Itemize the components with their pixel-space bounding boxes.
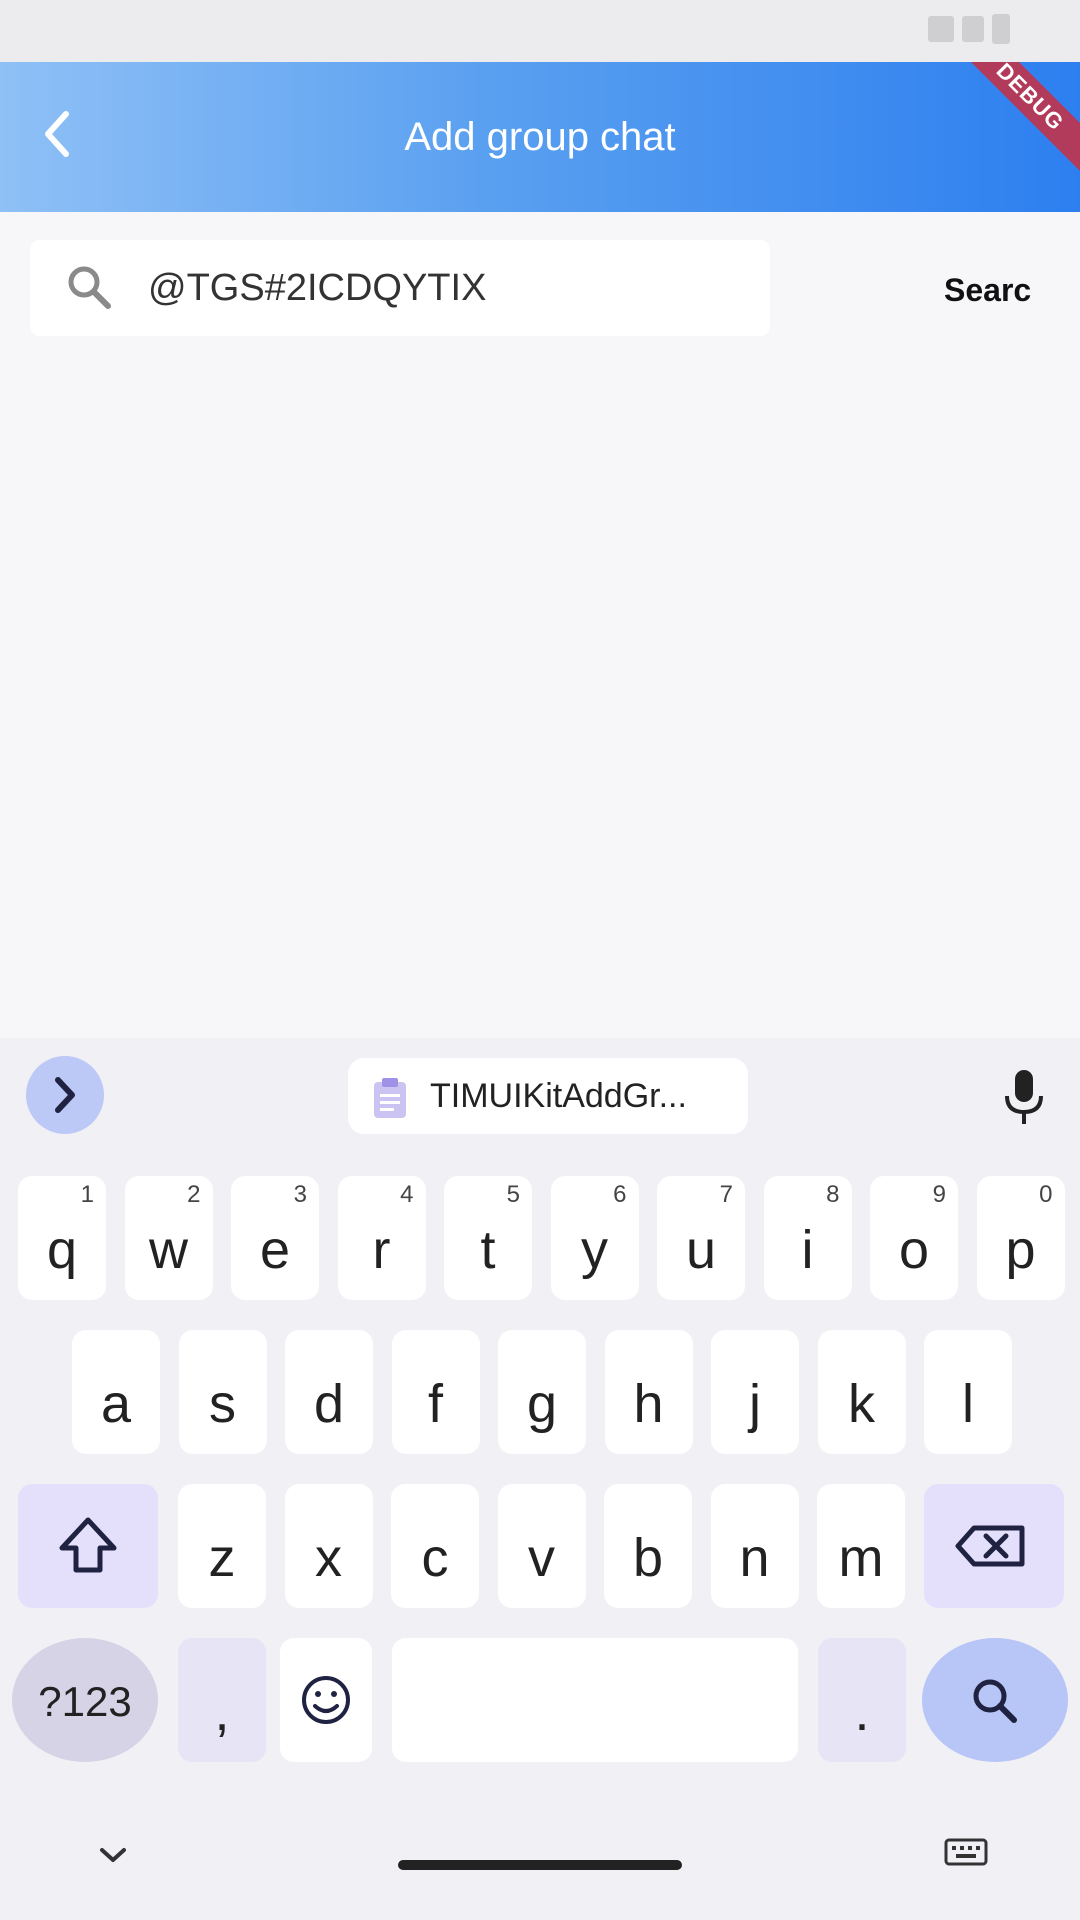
page-title: Add group chat [404,115,676,159]
key-hint: 7 [719,1181,733,1208]
key-hint: 0 [1039,1181,1053,1208]
key-hint: 3 [293,1181,307,1208]
key-i[interactable]: i8 [763,1176,852,1300]
key-label: m [838,1528,884,1588]
symbols-key-label: ?123 [38,1678,132,1725]
comma-key-label: , [214,1682,230,1742]
key-label: r [372,1220,391,1280]
key-label: q [46,1220,78,1280]
key-label: v [528,1528,555,1588]
key-label: e [259,1220,291,1280]
hide-keyboard-icon[interactable] [96,1842,130,1868]
clipboard-icon [374,1078,406,1118]
period-key-label: . [854,1682,870,1742]
key-k[interactable]: k [817,1330,906,1454]
backspace-key[interactable] [924,1484,1064,1608]
key-label: j [749,1374,761,1434]
shift-key[interactable] [18,1484,158,1608]
key-r[interactable]: r4 [337,1176,426,1300]
key-label: p [1005,1220,1036,1280]
symbols-key[interactable]: ?123 [12,1638,158,1762]
key-label: h [633,1374,664,1434]
status-bar [0,0,1080,62]
key-hint: 2 [187,1181,201,1208]
search-box[interactable]: @TGS#2ICDQYTIX [30,240,770,336]
key-label: t [480,1220,496,1280]
suggestion-bar: TIMUIKitAddGr... [0,1038,1080,1158]
key-label: w [149,1220,188,1280]
key-z[interactable]: z [178,1484,266,1608]
search-icon [68,266,111,309]
toolbar-expand-button[interactable] [26,1056,104,1134]
key-label: k [848,1374,875,1434]
search-area: @TGS#2ICDQYTIX Searc [0,212,1080,362]
emoji-icon [302,1676,350,1724]
key-label: a [100,1374,132,1434]
search-input[interactable]: @TGS#2ICDQYTIX [148,240,486,336]
key-hint: 8 [826,1181,840,1208]
key-q[interactable]: q1 [18,1176,106,1300]
key-label: x [315,1528,342,1588]
key-o[interactable]: o9 [870,1176,958,1300]
key-hint: 1 [80,1181,94,1208]
key-j[interactable]: j [711,1330,799,1454]
key-label: u [685,1220,717,1280]
key-label: z [208,1528,236,1588]
key-g[interactable]: g [498,1330,586,1454]
chevron-right-icon [55,1077,75,1113]
key-n[interactable]: n [710,1484,799,1608]
navigation-bar [0,1800,1080,1920]
backspace-icon [955,1525,1025,1567]
key-label: f [427,1374,443,1434]
search-key[interactable] [922,1638,1068,1762]
key-h[interactable]: h [604,1330,693,1454]
key-t[interactable]: t5 [444,1176,532,1300]
soft-keyboard: TIMUIKitAddGr... q1w2e3r4t5y6u7i8o9p0 as… [0,1038,1080,1920]
clipboard-suggestion[interactable]: TIMUIKitAddGr... [348,1058,748,1134]
keyboard-switch-icon[interactable] [944,1838,988,1872]
key-hint: 4 [400,1181,414,1208]
key-m[interactable]: m [817,1484,905,1608]
key-b[interactable]: b [604,1484,692,1608]
key-c[interactable]: c [391,1484,479,1608]
key-e[interactable]: e3 [231,1176,319,1300]
space-key[interactable] [392,1638,798,1762]
key-x[interactable]: x [284,1484,373,1608]
key-label: g [526,1374,558,1434]
key-hint: 5 [506,1181,520,1208]
key-label: l [962,1374,974,1434]
key-label: d [313,1374,345,1434]
app-bar: Add group chat DEBUG [0,62,1080,212]
key-hint: 6 [613,1181,627,1208]
shift-icon [59,1517,117,1573]
key-label: y [581,1220,608,1280]
clipboard-suggestion-label: TIMUIKitAddGr... [430,1077,687,1115]
key-s[interactable]: s [178,1330,267,1454]
key-d[interactable]: d [285,1330,373,1454]
key-label: s [209,1374,236,1434]
key-p[interactable]: p0 [976,1176,1065,1300]
home-indicator[interactable] [398,1860,682,1870]
period-key[interactable]: . [818,1638,906,1762]
emoji-key[interactable] [280,1638,372,1762]
key-label: n [739,1528,770,1588]
key-label: c [421,1528,449,1588]
key-a[interactable]: a [72,1330,160,1454]
key-label: b [632,1528,664,1588]
search-icon [973,1679,1017,1723]
key-label: i [801,1220,814,1280]
status-icons [920,14,1040,44]
key-hint: 9 [932,1181,946,1208]
key-l[interactable]: l [924,1330,1012,1454]
search-button[interactable]: Searc [944,272,1040,309]
results-area [0,362,1080,1038]
key-w[interactable]: w2 [124,1176,213,1300]
key-u[interactable]: u7 [657,1176,745,1300]
mic-icon[interactable] [1002,1068,1046,1128]
key-label: o [898,1220,930,1280]
comma-key[interactable]: , [178,1638,266,1762]
key-v[interactable]: v [497,1484,586,1608]
key-y[interactable]: y6 [550,1176,639,1300]
key-f[interactable]: f [391,1330,480,1454]
